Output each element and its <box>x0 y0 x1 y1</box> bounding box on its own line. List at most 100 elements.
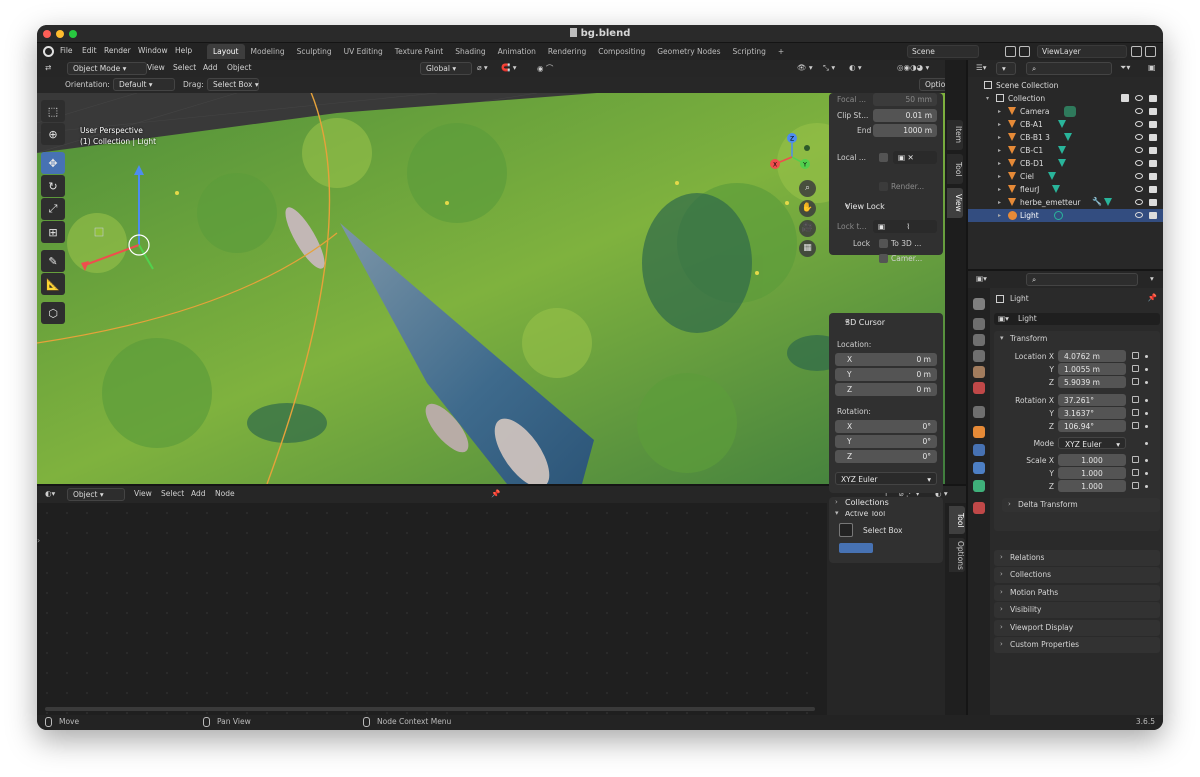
lock-icon[interactable] <box>1132 409 1139 416</box>
new-scene-icon[interactable] <box>1005 46 1016 57</box>
cursor-rotation-mode-dropdown[interactable]: XYZ Euler ▾ <box>835 472 937 485</box>
output-tab-icon[interactable] <box>973 334 985 346</box>
tab-rendering[interactable]: Rendering <box>542 44 592 59</box>
local-camera-field[interactable]: ▣ ✕ <box>893 151 937 164</box>
tab-compositing[interactable]: Compositing <box>592 44 651 59</box>
menu-window[interactable]: Window <box>138 46 168 55</box>
exclude-checkbox[interactable] <box>1121 94 1129 102</box>
menu-node[interactable]: Node <box>215 489 235 498</box>
tab-modeling[interactable]: Modeling <box>245 44 291 59</box>
shader-type-dropdown[interactable]: Object ▾ <box>67 488 125 501</box>
outliner-item-cb-d1[interactable]: ▸ CB-D1 <box>968 157 1163 170</box>
tab-texture-paint[interactable]: Texture Paint <box>389 44 449 59</box>
cursor-location-z[interactable]: Z0 m <box>835 383 937 396</box>
physics-tab-icon[interactable] <box>973 444 985 456</box>
blender-logo-icon[interactable] <box>43 46 54 57</box>
pin-icon[interactable]: 📌 <box>491 489 500 498</box>
delta-transform-panel[interactable]: › Delta Transform <box>1002 498 1160 512</box>
eye-icon[interactable] <box>1135 108 1143 114</box>
scale-z-field[interactable]: 1.000 <box>1058 480 1126 492</box>
lock-to-3d-cursor-checkbox[interactable] <box>879 239 888 248</box>
tab-tool[interactable]: Tool <box>949 506 965 534</box>
keyframe-dot-icon[interactable] <box>1145 459 1148 462</box>
ortho-grid-icon[interactable]: ▦ <box>799 240 816 257</box>
3d-cursor-section[interactable]: ▾ 3D Cursor <box>829 315 943 331</box>
camera-render-icon[interactable] <box>1149 108 1157 115</box>
rotation-z-field[interactable]: 106.94° <box>1058 420 1126 432</box>
view-lock-section[interactable]: ▾ View Lock <box>829 199 943 215</box>
menu-select[interactable]: Select <box>161 489 184 498</box>
scale-y-field[interactable]: 1.000 <box>1058 467 1126 479</box>
tool-tab-icon[interactable] <box>973 298 985 310</box>
cursor-rotation-y[interactable]: Y 0° <box>835 435 937 448</box>
rotate-tool-icon[interactable]: ↻ <box>41 175 65 197</box>
lock-icon[interactable] <box>1132 352 1139 359</box>
lock-icon[interactable] <box>1132 469 1139 476</box>
cursor-location-x[interactable]: X0 m <box>835 353 937 366</box>
select-box-tool-icon[interactable]: ⬚ <box>41 100 65 122</box>
camera-render-icon[interactable] <box>1149 186 1157 193</box>
eye-icon[interactable] <box>1135 134 1143 140</box>
scale-tool-icon[interactable]: ⤢ <box>41 198 65 220</box>
camera-render-icon[interactable] <box>1149 199 1157 206</box>
constraints-tab-icon[interactable] <box>973 462 985 474</box>
clip-start-field[interactable]: 0.01 m <box>873 109 937 122</box>
navigation-gizmo[interactable]: Z X Y <box>767 132 817 182</box>
menu-add[interactable]: Add <box>203 63 218 72</box>
keyframe-dot-icon[interactable] <box>1145 442 1148 445</box>
outliner-type-icon[interactable]: ☰▾ <box>976 63 987 72</box>
properties-options-icon[interactable]: ▾ <box>1150 274 1154 283</box>
lock-camera-checkbox[interactable] <box>879 254 888 263</box>
selection-mode-buttons[interactable] <box>839 543 873 553</box>
keyframe-dot-icon[interactable] <box>1145 355 1148 358</box>
keyframe-dot-icon[interactable] <box>1145 472 1148 475</box>
tab-animation[interactable]: Animation <box>492 44 542 59</box>
drag-dropdown[interactable]: Select Box ▾ <box>207 78 259 91</box>
render-region-checkbox[interactable] <box>879 182 888 191</box>
snap-icon[interactable]: 🧲 ▾ <box>501 63 517 72</box>
tab-view[interactable]: View <box>947 188 963 218</box>
new-view-layer-icon[interactable] <box>1131 46 1142 57</box>
editor-type-icon[interactable]: ⇄ <box>45 63 51 72</box>
custom-properties-panel[interactable]: › Custom Properties <box>994 637 1160 653</box>
outliner-search-input[interactable]: ⌕ <box>1026 62 1112 75</box>
new-collection-icon[interactable]: ▣ <box>1148 63 1156 72</box>
menu-add[interactable]: Add <box>191 489 206 498</box>
camera-render-icon[interactable] <box>1149 134 1157 141</box>
scene-tab-icon[interactable] <box>973 366 985 378</box>
eye-icon[interactable] <box>1135 121 1143 127</box>
camera-render-icon[interactable] <box>1149 95 1157 102</box>
expand-toolbar-icon[interactable]: › <box>37 536 40 545</box>
scale-x-field[interactable]: 1.000 <box>1058 454 1126 466</box>
keyframe-dot-icon[interactable] <box>1145 368 1148 371</box>
eye-icon[interactable] <box>1135 173 1143 179</box>
menu-edit[interactable]: Edit <box>82 46 97 55</box>
pin-icon[interactable]: 📌 <box>1148 293 1157 302</box>
location-z-field[interactable]: 5.9039 m <box>1058 376 1126 388</box>
tab-sculpting[interactable]: Sculpting <box>291 44 338 59</box>
shader-node-editor[interactable]: ◐▾ Object ▾ View Select Add Node 📌 ↑ ⌀ ⋰… <box>37 484 966 717</box>
eye-icon[interactable] <box>1135 147 1143 153</box>
render-tab-icon[interactable] <box>973 318 985 330</box>
outliner-item-cb-c1[interactable]: ▸ CB-C1 <box>968 144 1163 157</box>
outliner-item-cb-b1-3[interactable]: ▸ CB-B1 3 <box>968 131 1163 144</box>
tab-geometry-nodes[interactable]: Geometry Nodes <box>651 44 726 59</box>
menu-file[interactable]: File <box>60 46 73 55</box>
object-tab-icon[interactable] <box>973 426 985 438</box>
cursor-rotation-z[interactable]: Z 0° <box>835 450 937 463</box>
tab-item[interactable]: Item <box>947 120 963 150</box>
node-canvas[interactable] <box>37 503 823 717</box>
focal-length-field[interactable]: 50 mm <box>873 93 937 106</box>
rotation-mode-dropdown[interactable]: XYZ Euler ▾ <box>1058 437 1126 449</box>
object-name-field[interactable]: ▣▾ Light <box>994 313 1160 325</box>
proportional-edit-icon[interactable]: ◉ ⌒ <box>537 63 553 74</box>
tab-layout[interactable]: Layout <box>207 44 245 59</box>
add-workspace-button[interactable]: + <box>772 44 790 59</box>
collection-row[interactable]: ▾ Collection <box>968 92 1163 105</box>
lock-icon[interactable] <box>1132 482 1139 489</box>
motion-paths-panel[interactable]: › Motion Paths <box>994 585 1160 601</box>
tab-uv-editing[interactable]: UV Editing <box>338 44 389 59</box>
visibility-panel[interactable]: › Visibility <box>994 602 1160 618</box>
menu-object[interactable]: Object <box>227 63 251 72</box>
transform-orientation-dropdown[interactable]: Global ▾ <box>420 62 472 75</box>
